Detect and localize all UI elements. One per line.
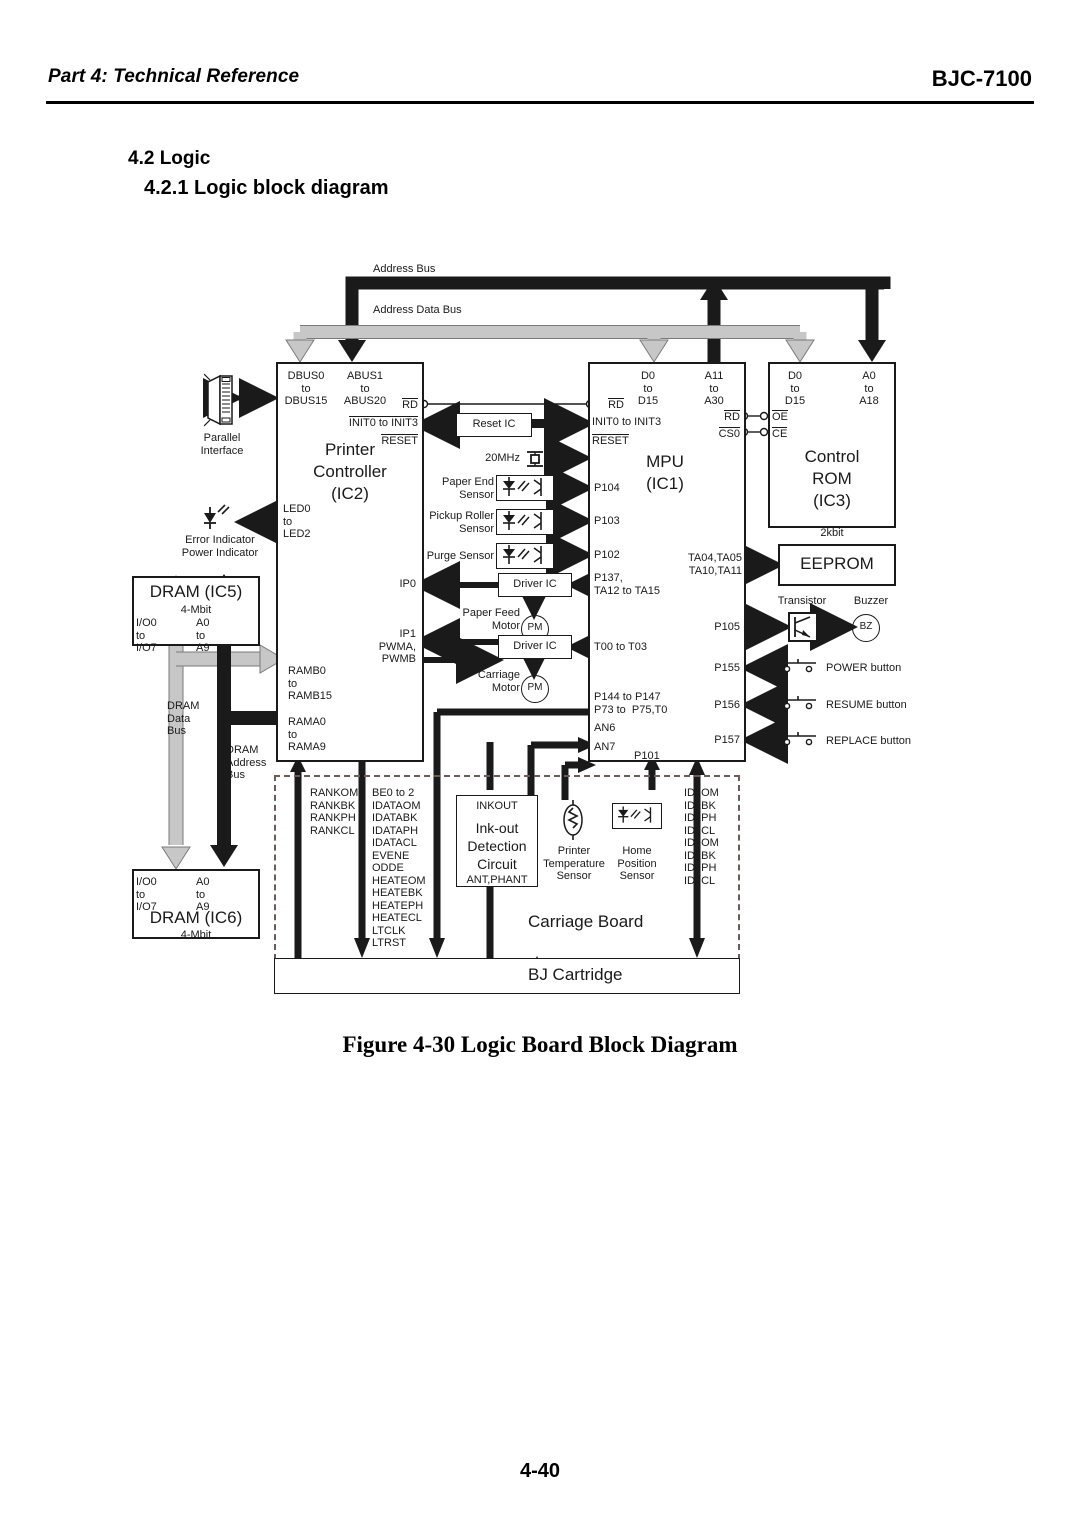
- control-rom-title-2: ROM: [812, 469, 852, 488]
- carriage-motor-symbol: PM: [521, 675, 549, 703]
- parallel-connector-icon: [204, 372, 238, 428]
- pc-ip0-pin: IP0: [399, 578, 416, 590]
- control-rom-title: Control: [804, 447, 860, 466]
- rank-signal-group: RANKOM RANKBK RANKPH RANKCL: [310, 787, 359, 837]
- rom-ce-pin: CE: [772, 427, 788, 440]
- home-position-sensor-icon: [612, 803, 662, 829]
- printer-controller-title-2: Controller: [313, 462, 387, 481]
- address-bus-label: Address Bus: [373, 263, 436, 275]
- mpu-p101-pin: P101: [634, 750, 660, 762]
- printer-controller-id: (IC2): [331, 484, 369, 503]
- control-rom-id: (IC3): [813, 491, 851, 510]
- mpu-an7-pin: AN7: [594, 741, 616, 753]
- pc-ip1-pins: IP1 PWMA, PWMB: [378, 628, 416, 665]
- dram-ic6-title: DRAM (IC6): [149, 908, 243, 927]
- mpu-ta04-pins: TA04,TA05 TA10,TA11: [687, 552, 742, 577]
- eeprom-title: EEPROM: [800, 554, 874, 573]
- dram-ic5-capacity: 4-Mbit: [180, 604, 212, 616]
- mpu-p157-pin: P157: [714, 734, 740, 746]
- pc-rama-pins: RAMA0 to RAMA9: [288, 716, 326, 753]
- figure-caption: Figure 4-30 Logic Board Block Diagram: [342, 1032, 738, 1057]
- mpu-d-pins: D0 to D15: [637, 370, 659, 407]
- buzzer-symbol: BZ: [852, 614, 880, 642]
- indicator-label: Error Indicator Power Indicator: [181, 534, 259, 559]
- resume-button-label: RESUME button: [826, 699, 907, 711]
- dram-data-bus-label: DRAM Data Bus: [167, 700, 200, 737]
- mpu-reset-pin: RESET: [592, 434, 629, 447]
- mpu-id: (IC1): [646, 474, 684, 493]
- mpu-rd-right-pin: RD: [724, 410, 740, 423]
- dram-ic6-capacity: 4-Mbit: [180, 929, 212, 941]
- bj-cartridge-block: [274, 958, 740, 994]
- ink-out-title: Ink-out: [475, 820, 519, 836]
- mpu-p155-pin: P155: [714, 662, 740, 674]
- mpu-init-pins: INIT0 to INIT3: [592, 416, 662, 428]
- document-page: Part 4: Technical Reference BJC-7100 4.2…: [0, 0, 1080, 1528]
- mpu-t00-pins: T00 to T03: [594, 641, 647, 653]
- id-signal-group: ID1OM ID1BK ID1PH ID1CL ID2OM ID2BK ID2P…: [684, 787, 719, 887]
- power-button-label: POWER button: [826, 662, 902, 674]
- mpu-p102-pin: P102: [594, 549, 620, 561]
- power-button-symbol[interactable]: [778, 657, 818, 673]
- carriage-board-label: Carriage Board: [528, 912, 644, 931]
- replace-button-label: REPLACE button: [826, 735, 911, 747]
- dram-address-bus-label: DRAM Address Bus: [226, 744, 267, 781]
- pc-init-pins: INIT0 to INIT3: [348, 416, 418, 429]
- address-data-bus-label: Address Data Bus: [373, 304, 462, 316]
- ant-phant-pin-label: ANT,PHANT: [466, 874, 528, 886]
- reset-ic-label: Reset IC: [472, 418, 516, 430]
- mpu-an6-pin: AN6: [594, 722, 616, 734]
- rom-oe-pin: OE: [772, 410, 788, 423]
- pc-rd-pin: RD: [402, 398, 418, 411]
- dram-ic5-addr-pins: A0 to A9: [196, 617, 210, 654]
- bj-cartridge-label: BJ Cartridge: [528, 965, 623, 984]
- transistor-symbol: [788, 612, 818, 642]
- pc-led-pins: LED0 to LED2: [283, 503, 311, 540]
- rom-d-pins: D0 to D15: [784, 370, 806, 407]
- purge-sensor-icon: [496, 543, 554, 569]
- rom-a-pins: A0 to A18: [859, 370, 879, 407]
- replace-button-symbol[interactable]: [778, 730, 818, 746]
- led-indicator-icon: [196, 503, 236, 533]
- printer-controller-title: Printer: [324, 440, 376, 459]
- mpu-p105-pin: P105: [714, 621, 740, 633]
- oscillator-label: 20MHz: [485, 452, 520, 464]
- mpu-p144-pins: P144 to P147 P73 to P75,T0: [594, 691, 668, 716]
- driver-ic-1-label: Driver IC: [513, 578, 557, 590]
- logic-board-block-diagram: Address Bus Address Data Bus DRAM Data B…: [0, 0, 1080, 1020]
- mpu-p104-pin: P104: [594, 482, 620, 494]
- mpu-a-pins: A11 to A30: [704, 370, 724, 407]
- inkout-pin-label: INKOUT: [476, 800, 518, 812]
- buzzer-label: Buzzer: [853, 595, 889, 607]
- crystal-icon: [524, 448, 546, 470]
- page-number: 4-40: [519, 1460, 561, 1482]
- mpu-rd-left-pin: RD: [608, 398, 624, 411]
- mpu-title: MPU: [646, 452, 684, 471]
- thermistor-icon: [560, 798, 586, 842]
- pickup-roller-sensor-icon: [496, 509, 554, 535]
- dram-ic5-title: DRAM (IC5): [149, 582, 243, 601]
- pc-dbus-pins: DBUS0 to DBUS15: [284, 370, 328, 407]
- driver-ic-2-label: Driver IC: [513, 640, 557, 652]
- ink-out-title-3: Circuit: [477, 856, 517, 872]
- mpu-cs0-pin: CS0: [718, 427, 740, 440]
- paper-end-sensor-icon: [496, 475, 554, 501]
- resume-button-symbol[interactable]: [778, 694, 818, 710]
- eeprom-capacity: 2kbit: [820, 527, 844, 539]
- ink-out-title-2: Detection: [467, 838, 527, 854]
- pickup-roller-sensor-label: Pickup Roller Sensor: [429, 510, 494, 535]
- purge-sensor-label: Purge Sensor: [426, 550, 494, 562]
- parallel-interface-label: Parallel Interface: [200, 432, 244, 457]
- mpu-p103-pin: P103: [594, 515, 620, 527]
- carriage-motor-label: Carriage Motor: [477, 669, 520, 694]
- paper-feed-motor-label: Paper Feed Motor: [462, 607, 520, 632]
- mpu-p156-pin: P156: [714, 699, 740, 711]
- data-signal-group: BE0 to 2 IDATAOM IDATABK IDATAPH IDATACL…: [372, 787, 426, 949]
- paper-end-sensor-label: Paper End Sensor: [442, 476, 494, 501]
- transistor-label: Transistor: [777, 595, 827, 607]
- pc-ramb-pins: RAMB0 to RAMB15: [288, 665, 333, 702]
- dram-ic5-io-pins: I/O0 to I/O7: [136, 617, 157, 654]
- home-position-sensor-label: Home Position Sensor: [617, 845, 657, 882]
